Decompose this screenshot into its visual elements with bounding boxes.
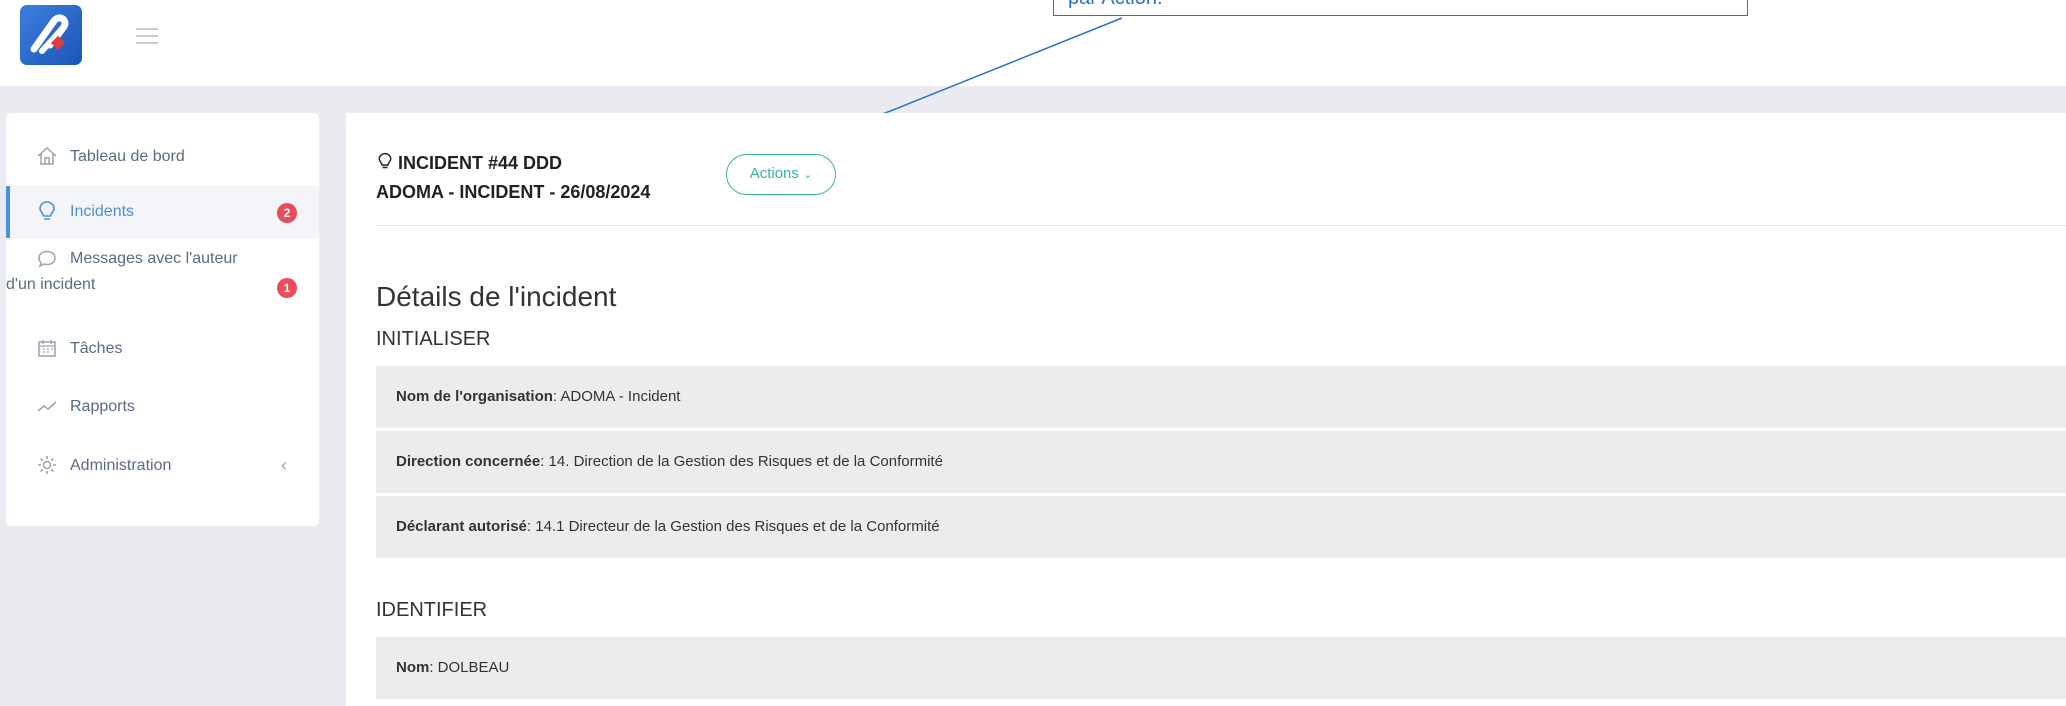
sidebar-item-reports[interactable]: Rapports <box>6 385 319 429</box>
detail-label: Déclarant autorisé <box>396 518 527 535</box>
sidebar: Tableau de bord Incidents 2 Messages ave… <box>6 113 319 526</box>
section-title-initialiser: INITIALISER <box>376 328 491 350</box>
lightbulb-icon <box>378 152 392 169</box>
sidebar-item-label: Tableau de bord <box>70 148 185 165</box>
sidebar-item-label-line2: d'un incident <box>6 276 96 293</box>
sidebar-item-label: Administration <box>70 457 172 474</box>
sidebar-item-dashboard[interactable]: Tableau de bord <box>6 135 319 179</box>
actions-label: Actions <box>749 165 799 182</box>
chevron-left-icon[interactable]: ‹ <box>281 455 287 476</box>
chat-bubble-icon <box>36 248 58 270</box>
incident-title-text: INCIDENT #44 DDD <box>398 153 563 173</box>
detail-value: : 14. Direction de la Gestion des Risque… <box>540 453 943 470</box>
chevron-down-icon: ⌄ <box>803 169 813 181</box>
sidebar-item-tasks[interactable]: Tâches <box>6 327 319 371</box>
home-icon <box>36 145 58 167</box>
detail-row-organisation: Nom de l'organisation: ADOMA - Incident <box>376 366 2066 428</box>
incident-subtitle: ADOMA - INCIDENT - 26/08/2024 <box>376 182 651 202</box>
detail-row-declarant: Déclarant autorisé: 14.1 Directeur de la… <box>376 496 2066 558</box>
gear-icon <box>36 454 58 476</box>
sidebar-item-label: Incidents <box>70 203 135 220</box>
messages-count-badge: 1 <box>277 278 297 298</box>
detail-value: : ADOMA - Incident <box>552 388 681 405</box>
actions-dropdown-button[interactable]: Actions ⌄ <box>726 154 836 195</box>
detail-row-direction: Direction concernée: 14. Direction de la… <box>376 431 2066 493</box>
sidebar-item-incidents[interactable]: Incidents 2 <box>6 186 319 238</box>
detail-label: Nom de l'organisation <box>396 388 553 405</box>
callout-box: par Action. <box>1053 0 1748 16</box>
trend-line-icon <box>36 395 58 417</box>
incidents-count-badge: 2 <box>277 203 297 223</box>
active-indicator <box>6 186 10 238</box>
main-panel: INCIDENT #44 DDD ADOMA - INCIDENT - 26/0… <box>346 113 2066 706</box>
detail-label: Direction concernée <box>396 453 541 470</box>
sidebar-item-messages[interactable]: Messages avec l'auteur d'un incident 1 <box>6 246 319 306</box>
sidebar-item-label: Rapports <box>70 398 135 415</box>
sidebar-item-label: Tâches <box>70 340 123 357</box>
header-divider <box>376 225 2066 226</box>
sidebar-item-label-line1: Messages avec l'auteur <box>70 250 238 267</box>
callout-text: par Action. <box>1068 0 1163 10</box>
calendar-icon <box>36 337 58 359</box>
section-title-identifier: IDENTIFIER <box>376 599 488 621</box>
incident-title: INCIDENT #44 DDD <box>376 151 562 174</box>
lightbulb-icon <box>36 200 58 222</box>
detail-value: : 14.1 Directeur de la Gestion des Risqu… <box>526 518 940 535</box>
details-heading: Détails de l'incident <box>376 281 617 312</box>
detail-row-nom: Nom: DOLBEAU <box>376 637 2066 699</box>
detail-label: Nom <box>396 659 430 676</box>
sidebar-item-administration[interactable]: Administration ‹ <box>6 444 319 488</box>
detail-value: : DOLBEAU <box>429 659 510 676</box>
